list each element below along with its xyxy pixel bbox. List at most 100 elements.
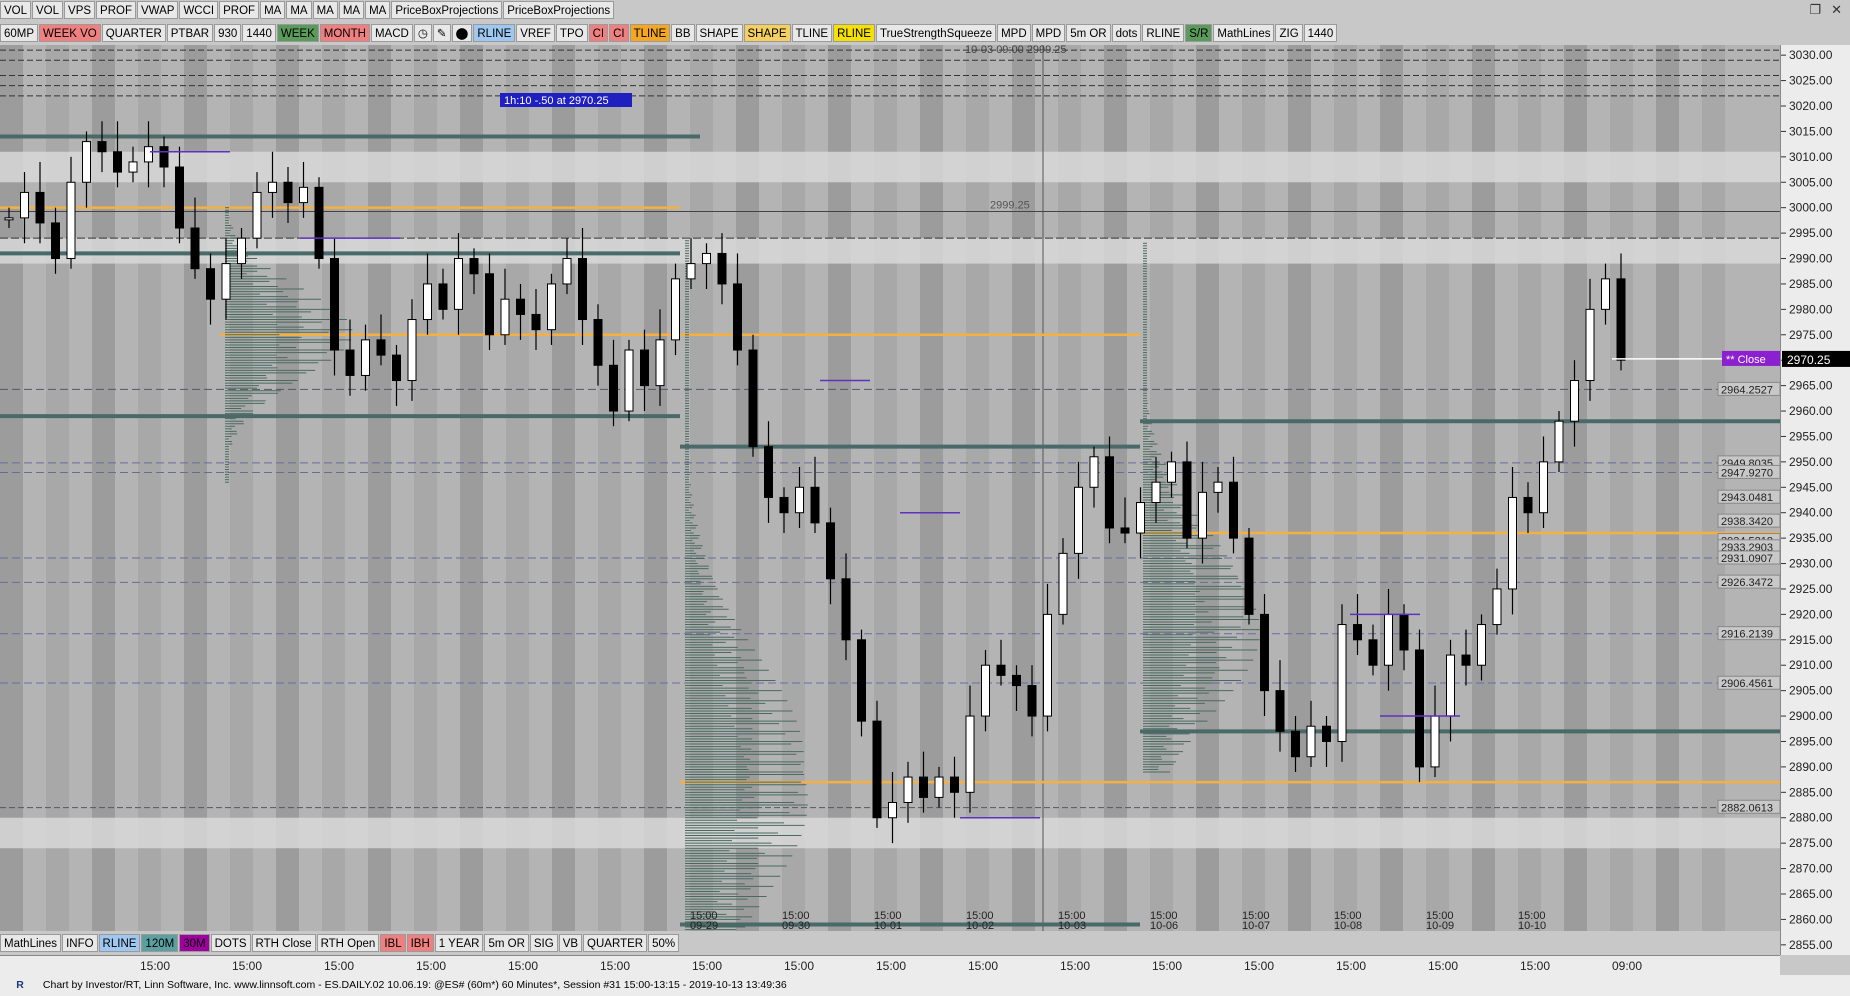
toolbar-button-prof[interactable]: PROF [96, 1, 136, 19]
price-tick-label: 2955.00 [1789, 429, 1833, 443]
indicator-toolbar-bottom: MathLines INFO RLINE 120M 30M DOTS RTH Close RT… [0, 933, 680, 953]
candle-body [1058, 552, 1068, 615]
price-tick-label: 2960.00 [1789, 404, 1833, 418]
toolbar-button-18[interactable]: BB [671, 24, 695, 42]
toolbar-button-17[interactable]: TLINE [629, 24, 671, 42]
candle-body [1461, 654, 1471, 666]
toolbar-button-27[interactable]: dots [1111, 24, 1142, 42]
toolbar-button-priceboxprojections[interactable]: PriceBoxProjections [391, 1, 503, 19]
toolbar-button-9[interactable]: ◷ [413, 24, 432, 42]
toolbar-button-14[interactable]: TPO [555, 24, 588, 42]
toolbar-button-bottom-4[interactable]: 30M [179, 934, 210, 952]
toolbar-button-4[interactable]: 930 [214, 24, 242, 42]
toolbar-button-bottom-15[interactable]: 50% [648, 934, 680, 952]
toolbar-button-ma[interactable]: MA [365, 1, 391, 19]
toolbar-button-22[interactable]: RLINE [833, 24, 875, 42]
toolbar-button-bottom-11[interactable]: 5m OR [484, 934, 529, 952]
toolbar-button-bottom-14[interactable]: QUARTER [583, 934, 648, 952]
candle-body [407, 319, 417, 382]
toolbar-button-vol[interactable]: VOL [0, 1, 32, 19]
toolbar-button-bottom-5[interactable]: DOTS [210, 934, 251, 952]
restore-icon[interactable]: ❐ [1809, 2, 1821, 18]
price-tick-label: 2990.00 [1789, 252, 1833, 266]
date-label-date: 10-06 [1150, 920, 1178, 931]
toolbar-button-8[interactable]: MACD [370, 24, 413, 42]
toolbar-button-6[interactable]: WEEK [276, 24, 319, 42]
toolbar-button-32[interactable]: 1440 [1303, 24, 1338, 42]
toolbar-button-3[interactable]: PTBAR [166, 24, 214, 42]
time-tick-label: 15:00 [784, 959, 814, 973]
toolbar-button-ma[interactable]: MA [338, 1, 365, 19]
toolbar-button-bottom-9[interactable]: IBH [406, 934, 434, 952]
candle-body [1322, 725, 1331, 742]
toolbar-button-bottom-12[interactable]: SIG [529, 934, 558, 952]
candle-body [1074, 486, 1083, 554]
toolbar-button-ma[interactable]: MA [260, 1, 286, 19]
toolbar-button-bottom-3[interactable]: 120M [141, 934, 179, 952]
time-tick-label: 15:00 [140, 959, 170, 973]
candle-body [1291, 730, 1300, 758]
toolbar-button-bottom-8[interactable]: IBL [380, 934, 406, 952]
toolbar-button-20[interactable]: SHAPE [743, 24, 791, 42]
candle-body [469, 258, 479, 275]
toolbar-button-vps[interactable]: VPS [64, 1, 96, 19]
candle-body [51, 222, 60, 260]
toolbar-button-15[interactable]: CI [588, 24, 609, 42]
toolbar-button-21[interactable]: TLINE [791, 24, 833, 42]
toolbar-button-prof[interactable]: PROF [219, 1, 260, 19]
toolbar-button-10[interactable]: ✎ [432, 24, 451, 42]
toolbar-button-13[interactable]: VREF [516, 24, 555, 42]
toolbar-button-23[interactable]: TrueStrengthSqueeze [875, 24, 997, 42]
candle-body [376, 339, 386, 356]
toolbar-button-vwap[interactable]: VWAP [137, 1, 179, 19]
candle-body [1337, 624, 1347, 742]
candle [1244, 527, 1254, 625]
toolbar-button-7[interactable]: MONTH [319, 24, 370, 42]
toolbar-button-31[interactable]: ZIG [1275, 24, 1303, 42]
toolbar-button-bottom-7[interactable]: RTH Open [316, 934, 380, 952]
toolbar-button-ma[interactable]: MA [312, 1, 338, 19]
toolbar-button-vol[interactable]: VOL [32, 1, 64, 19]
candle-body [190, 227, 200, 270]
toolbar-button-bottom-13[interactable]: VB [558, 934, 583, 952]
candle-body [1167, 461, 1176, 483]
toolbar-button-11[interactable]: ⬤ [451, 24, 473, 42]
toolbar-button-ma[interactable]: MA [286, 1, 312, 19]
toolbar-button-24[interactable]: MPD [997, 24, 1031, 42]
price-tick-label: 2915.00 [1789, 633, 1833, 647]
toolbar-button-29[interactable]: S/R [1185, 24, 1213, 42]
toolbar-button-5[interactable]: 1440 [242, 24, 276, 42]
toolbar-button-16[interactable]: CI [609, 24, 629, 42]
toolbar-button-2[interactable]: QUARTER [101, 24, 166, 42]
candle-body [144, 146, 153, 163]
toolbar-button-priceboxprojections[interactable]: PriceBoxProjections [503, 1, 615, 19]
candle-body [1446, 654, 1455, 717]
toolbar-button-0[interactable]: 60MP [0, 24, 39, 42]
price-tick-label: 2885.00 [1789, 785, 1833, 799]
toolbar-button-wcci[interactable]: WCCI [179, 1, 219, 19]
price-tick-label: 2980.00 [1789, 302, 1833, 316]
price-tick-label: 2985.00 [1789, 277, 1833, 291]
toolbar-button-26[interactable]: 5m OR [1066, 24, 1111, 42]
price-tick-label: 3025.00 [1789, 74, 1833, 88]
candle-body [764, 446, 773, 498]
price-chart[interactable]: 1h:10 -.50 at 2970.25 10-03 09:00 2999.25… [0, 45, 1780, 931]
candle-body [252, 191, 262, 239]
toolbar-button-1[interactable]: WEEK VO [39, 24, 101, 42]
level-label: 2882.0613 [1721, 802, 1773, 814]
toolbar-button-25[interactable]: MPD [1031, 24, 1066, 42]
toolbar-button-19[interactable]: SHAPE [695, 24, 743, 42]
toolbar-button-bottom-2[interactable]: RLINE [98, 934, 141, 952]
toolbar-button-12[interactable]: RLINE [473, 24, 516, 42]
price-tick-label: 2930.00 [1789, 557, 1833, 571]
candle-body [717, 252, 727, 285]
toolbar-button-bottom-6[interactable]: RTH Close [251, 934, 316, 952]
toolbar-button-28[interactable]: RLINE [1142, 24, 1185, 42]
price-tick-label: 2865.00 [1789, 887, 1833, 901]
toolbar-button-bottom-10[interactable]: 1 YEAR [434, 934, 484, 952]
toolbar-button-bottom-1[interactable]: INFO [62, 934, 98, 952]
price-axis[interactable]: 3030.00 3025.00 3020.00 3015.00 3010.00 3005.… [1780, 45, 1850, 955]
close-icon[interactable]: ✕ [1831, 2, 1842, 18]
toolbar-button-30[interactable]: MathLines [1213, 24, 1275, 42]
toolbar-button-bottom-0[interactable]: MathLines [0, 934, 62, 952]
